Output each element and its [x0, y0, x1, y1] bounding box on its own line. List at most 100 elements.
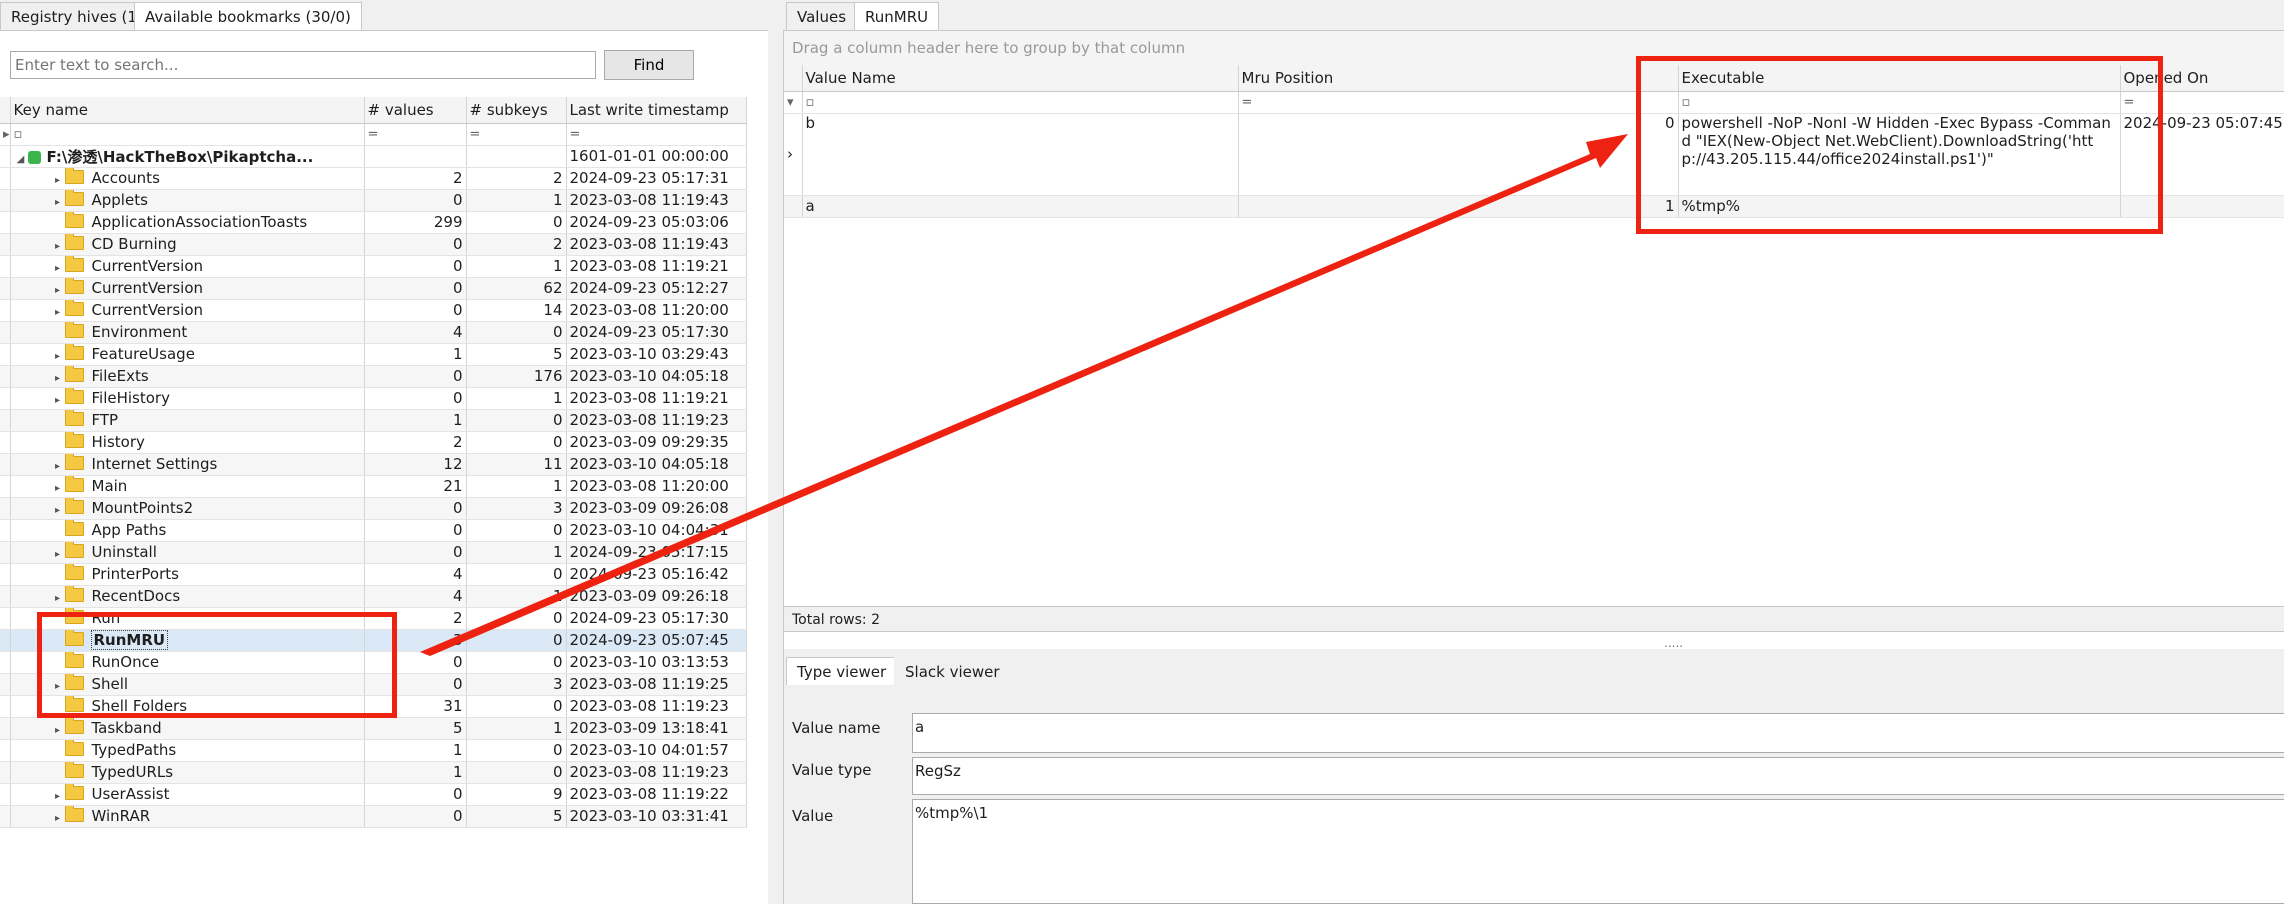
tree-key-cell[interactable]: Environment	[10, 321, 365, 344]
expand-icon[interactable]: ▸	[51, 593, 65, 604]
tree-row[interactable]: ▸ FileHistory 0 1 2023-03-08 11:19:21	[0, 387, 747, 410]
tree-key-cell[interactable]: ▸ FeatureUsage	[10, 343, 365, 366]
tree-row[interactable]: History 2 0 2023-03-09 09:29:35	[0, 431, 747, 454]
tree-key-cell[interactable]: ▸ Taskband	[10, 717, 365, 740]
tree-row[interactable]: ▸ FileExts 0 176 2023-03-10 04:05:18	[0, 365, 747, 388]
mru-position-cell[interactable]: 0	[1238, 113, 1679, 196]
tab-runmru[interactable]: RunMRU	[854, 2, 940, 30]
filter-timestamp[interactable]: =	[566, 123, 747, 146]
tree-row[interactable]: ▸ Applets 0 1 2023-03-08 11:19:43	[0, 189, 747, 212]
col-subkeys[interactable]: # subkeys	[466, 97, 567, 124]
tab-registry-hives[interactable]: Registry hives (1)	[0, 2, 154, 30]
splitter-handle[interactable]: .....	[1664, 636, 1683, 650]
tree-row[interactable]: FTP 1 0 2023-03-08 11:19:23	[0, 409, 747, 432]
value-name-cell[interactable]: a	[802, 195, 1239, 218]
expand-icon[interactable]: ▸	[51, 373, 65, 384]
tree-key-cell[interactable]: ▸ MountPoints2	[10, 497, 365, 520]
col-mru-position[interactable]: Mru Position	[1238, 65, 1679, 92]
tab-available-bookmarks[interactable]: Available bookmarks (30/0)	[134, 2, 362, 30]
find-button[interactable]: Find	[604, 50, 694, 80]
value-field[interactable]: %tmp%\1	[912, 799, 2284, 904]
tab-slack-viewer[interactable]: Slack viewer	[894, 657, 1011, 685]
tree-key-cell[interactable]: FTP	[10, 409, 365, 432]
tree-key-cell[interactable]: ▸ UserAssist	[10, 783, 365, 806]
folder-icon	[64, 431, 84, 448]
value-type-field[interactable]: RegSz	[912, 757, 2284, 795]
tree-row[interactable]: ▸ CurrentVersion 0 1 2023-03-08 11:19:21	[0, 255, 747, 278]
last-write-timestamp: 2023-03-08 11:20:00	[566, 299, 747, 322]
expand-icon[interactable]: ▸	[51, 285, 65, 296]
tree-key-cell[interactable]: ▸ CurrentVersion	[10, 277, 365, 300]
col-value-name[interactable]: Value Name	[802, 65, 1239, 92]
tree-key-cell[interactable]: ▸ Internet Settings	[10, 453, 365, 476]
tree-key-cell[interactable]: App Paths	[10, 519, 365, 542]
expand-icon[interactable]: ▸	[51, 461, 65, 472]
filter-mru[interactable]: =	[1238, 91, 1679, 114]
tree-row[interactable]: ▸ CurrentVersion 0 62 2024-09-23 05:12:27	[0, 277, 747, 300]
tree-row[interactable]: ApplicationAssociationToasts 299 0 2024-09-…	[0, 211, 747, 234]
tree-row[interactable]: ▸ CD Burning 0 2 2023-03-08 11:19:43	[0, 233, 747, 256]
col-key-name[interactable]: Key name	[10, 97, 365, 124]
expand-icon[interactable]: ▸	[51, 505, 65, 516]
tree-row[interactable]: Environment 4 0 2024-09-23 05:17:30	[0, 321, 747, 344]
tree-root[interactable]: ◢ F:\渗透\HackTheBox\Pikaptcha...	[10, 145, 365, 168]
tree-key-cell[interactable]: History	[10, 431, 365, 454]
tree-key-cell[interactable]: ▸ Uninstall	[10, 541, 365, 564]
filter-subkeys[interactable]: =	[466, 123, 567, 146]
tab-type-viewer[interactable]: Type viewer	[786, 657, 898, 685]
search-input[interactable]	[10, 51, 596, 79]
value-name-cell[interactable]: b	[802, 113, 1239, 196]
tree-row[interactable]: TypedPaths 1 0 2023-03-10 04:01:57	[0, 739, 747, 762]
tab-values[interactable]: Values	[786, 2, 858, 30]
tree-row[interactable]: ▸ Accounts 2 2 2024-09-23 05:17:31	[0, 167, 747, 190]
tree-row[interactable]: App Paths 0 0 2023-03-10 04:04:31	[0, 519, 747, 542]
expand-icon[interactable]: ▸	[51, 725, 65, 736]
tree-row[interactable]: ▸ RecentDocs 4 1 2023-03-09 09:26:18	[0, 585, 747, 608]
tree-row[interactable]: ▸ Main 21 1 2023-03-08 11:20:00	[0, 475, 747, 498]
tree-key-cell[interactable]: PrinterPorts	[10, 563, 365, 586]
filter-key-name[interactable]: ▫	[10, 123, 365, 146]
tree-row[interactable]: ▸ Internet Settings 12 11 2023-03-10 04:05:1…	[0, 453, 747, 476]
expand-icon[interactable]: ▸	[51, 549, 65, 560]
tree-row[interactable]: ▸ UserAssist 0 9 2023-03-08 11:19:22	[0, 783, 747, 806]
subkeys-count: 0	[466, 563, 567, 586]
expand-icon[interactable]: ▸	[51, 813, 65, 824]
tree-row[interactable]: ▸ CurrentVersion 0 14 2023-03-08 11:20:00	[0, 299, 747, 322]
tree-row[interactable]: ▸ Uninstall 0 1 2024-09-23 05:17:15	[0, 541, 747, 564]
expand-icon[interactable]: ▸	[51, 197, 65, 208]
tree-row[interactable]: ▸ FeatureUsage 1 5 2023-03-10 03:29:43	[0, 343, 747, 366]
tree-key-cell[interactable]: ▸ WinRAR	[10, 805, 365, 828]
tree-key-cell[interactable]: ▸ Accounts	[10, 167, 365, 190]
expand-icon[interactable]: ▸	[51, 175, 65, 186]
expand-icon[interactable]: ▸	[51, 307, 65, 318]
tree-key-cell[interactable]: TypedPaths	[10, 739, 365, 762]
tree-key-cell[interactable]: TypedURLs	[10, 761, 365, 784]
mru-position-cell[interactable]: 1	[1238, 195, 1679, 218]
value-name-field[interactable]: a	[912, 713, 2284, 753]
tree-key-cell[interactable]: ▸ CD Burning	[10, 233, 365, 256]
tree-row[interactable]: PrinterPorts 4 0 2024-09-23 05:16:42	[0, 563, 747, 586]
tree-key-cell[interactable]: ▸ RecentDocs	[10, 585, 365, 608]
expand-icon[interactable]: ▸	[51, 395, 65, 406]
expand-icon[interactable]: ▸	[51, 791, 65, 802]
tree-key-cell[interactable]: ▸ FileHistory	[10, 387, 365, 410]
tree-key-cell[interactable]: ▸ FileExts	[10, 365, 365, 388]
expand-icon[interactable]: ▸	[51, 263, 65, 274]
tree-row[interactable]: ▸ Taskband 5 1 2023-03-09 13:18:41	[0, 717, 747, 740]
filter-values[interactable]: =	[364, 123, 467, 146]
tree-row[interactable]: TypedURLs 1 0 2023-03-08 11:19:23	[0, 761, 747, 784]
tree-row[interactable]: ▸ MountPoints2 0 3 2023-03-09 09:26:08	[0, 497, 747, 520]
tree-key-cell[interactable]: ▸ CurrentVersion	[10, 299, 365, 322]
expand-icon[interactable]: ▸	[51, 241, 65, 252]
tree-key-cell[interactable]: ▸ CurrentVersion	[10, 255, 365, 278]
filter-value-name[interactable]: ▫	[802, 91, 1239, 114]
col-last-write[interactable]: Last write timestamp	[566, 97, 747, 124]
tree-key-cell[interactable]: ▸ Main	[10, 475, 365, 498]
col-values[interactable]: # values	[364, 97, 467, 124]
expand-icon[interactable]: ▸	[51, 351, 65, 362]
tree-key-cell[interactable]: ApplicationAssociationToasts	[10, 211, 365, 234]
tree-row[interactable]: ▸ WinRAR 0 5 2023-03-10 03:31:41	[0, 805, 747, 828]
expand-icon[interactable]: ▸	[51, 483, 65, 494]
tree-key-cell[interactable]: ▸ Applets	[10, 189, 365, 212]
collapse-icon[interactable]: ◢	[14, 154, 28, 165]
